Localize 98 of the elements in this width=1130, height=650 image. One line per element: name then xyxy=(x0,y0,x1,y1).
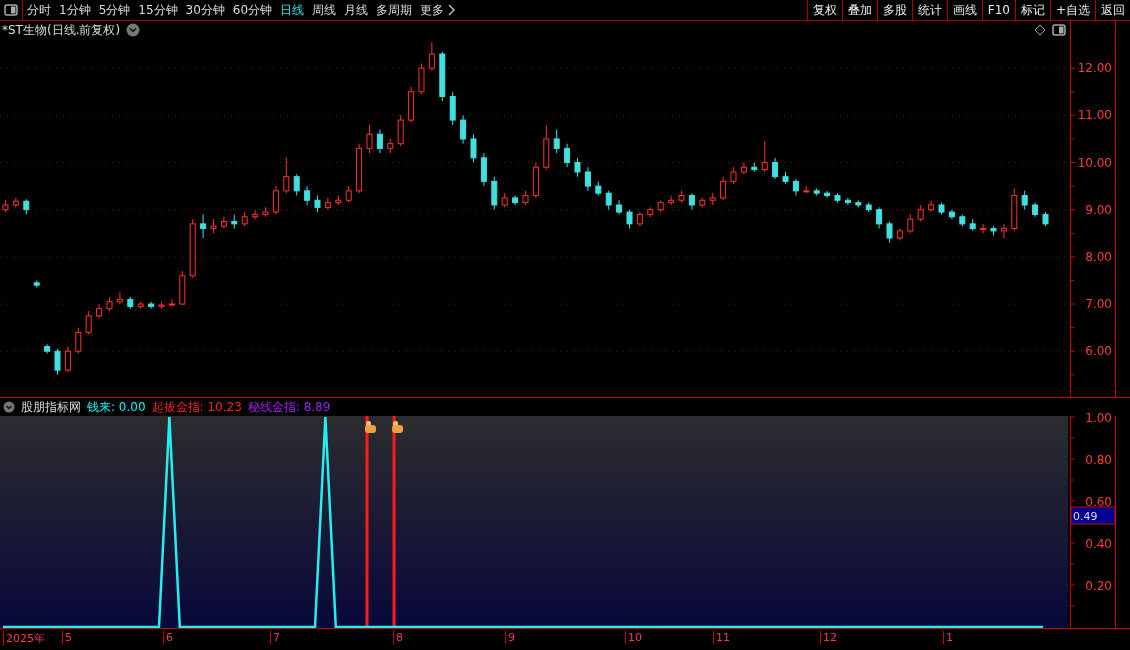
candlestick xyxy=(283,157,290,194)
panel-icon[interactable] xyxy=(1052,24,1066,36)
date-label: 6 xyxy=(163,631,173,645)
toolbar-button[interactable]: 标记 xyxy=(1014,0,1050,20)
candlestick xyxy=(304,185,311,206)
toolbar-button[interactable]: 多股 xyxy=(876,0,912,20)
period-tab[interactable]: 15分钟 xyxy=(134,1,182,19)
candlestick xyxy=(366,124,373,154)
candlestick xyxy=(584,166,591,192)
candlestick xyxy=(397,114,404,147)
period-tab[interactable]: 多周期 xyxy=(372,1,417,19)
chevron-right-icon xyxy=(448,4,457,16)
toolbar-button[interactable]: +自选 xyxy=(1049,0,1095,20)
candlestick xyxy=(376,129,383,154)
price-tick-label: 11.00 xyxy=(1077,108,1112,123)
candlestick xyxy=(85,310,92,336)
candlestick xyxy=(64,346,71,373)
period-tab[interactable]: 月线 xyxy=(340,1,373,19)
candlestick xyxy=(480,152,487,187)
candlestick xyxy=(564,143,571,168)
dropdown-icon[interactable] xyxy=(126,23,141,37)
candlestick xyxy=(761,140,768,173)
price-tick-label: 10.00 xyxy=(1077,155,1112,170)
toolbar-button[interactable]: F10 xyxy=(981,0,1015,20)
panel-icon xyxy=(4,4,18,16)
indicator-tick-label: 1.00 xyxy=(1085,411,1112,426)
date-label: 5 xyxy=(62,631,72,645)
candlestick xyxy=(324,197,331,211)
indicator-tick-label: 0.80 xyxy=(1085,453,1112,468)
price-tick-label: 12.00 xyxy=(1077,61,1112,76)
indicator-value: 秘线金指: 8.89 xyxy=(247,398,331,416)
candlestick xyxy=(720,176,727,201)
toolbar-button[interactable]: 画线 xyxy=(946,0,982,20)
candlestick xyxy=(907,213,914,234)
date-label: 12 xyxy=(820,631,837,645)
candlestick xyxy=(428,41,435,72)
period-tab[interactable]: 30分钟 xyxy=(181,1,229,19)
candlestick xyxy=(200,213,207,239)
hand-icon xyxy=(365,421,376,434)
candlestick xyxy=(605,190,612,211)
date-label: 1 xyxy=(943,631,953,645)
candlestick xyxy=(418,62,425,95)
candlestick xyxy=(928,199,935,213)
candlestick xyxy=(460,114,467,145)
candlestick xyxy=(272,185,279,215)
date-label: 8 xyxy=(393,631,403,645)
price-tick-label: 8.00 xyxy=(1085,249,1112,264)
indicator-value: 钱来: 0.00 xyxy=(87,398,146,416)
candlestick xyxy=(1000,223,1007,239)
period-tab[interactable]: 分时 xyxy=(23,1,55,19)
period-tab[interactable]: 日线 xyxy=(276,1,309,19)
date-label: 7 xyxy=(270,631,280,645)
indicator-value: 起拔金指: 10.23 xyxy=(151,398,242,416)
toolbar-button[interactable]: 叠加 xyxy=(841,0,877,20)
price-tick-label: 7.00 xyxy=(1085,297,1112,312)
period-tab[interactable]: 1分钟 xyxy=(55,1,95,19)
period-tab[interactable]: 周线 xyxy=(308,1,341,19)
candlestick xyxy=(1021,190,1028,211)
candlestick xyxy=(886,221,893,244)
date-label: 2025年 xyxy=(3,631,45,647)
candlestick xyxy=(553,129,560,154)
candlestick xyxy=(168,298,175,307)
candlestick xyxy=(574,157,581,178)
dropdown-icon[interactable] xyxy=(3,401,15,414)
indicator-tick-label: 0.20 xyxy=(1085,579,1112,594)
candlestick xyxy=(449,91,456,126)
candlestick xyxy=(54,348,61,376)
date-label: 11 xyxy=(713,631,730,645)
chart-title: *ST生物(日线.前复权) xyxy=(2,21,121,39)
cursor-value-label: 0.49 xyxy=(1070,506,1116,525)
candlestick xyxy=(772,157,779,180)
candlestick xyxy=(844,197,851,206)
candlestick xyxy=(824,190,831,199)
indicator-name: 股朋指标网 xyxy=(21,398,81,416)
price-tick-label: 6.00 xyxy=(1085,344,1112,359)
candlestick xyxy=(252,209,259,220)
candlestick xyxy=(626,209,633,230)
candlestick xyxy=(980,223,987,234)
diamond-icon[interactable] xyxy=(1034,24,1046,36)
candlestick xyxy=(75,327,82,355)
candlestick xyxy=(668,195,675,206)
candlestick xyxy=(876,206,883,230)
candlestick xyxy=(220,216,227,230)
date-label: 10 xyxy=(625,631,642,645)
candlestick xyxy=(470,133,477,164)
period-tab[interactable]: 5分钟 xyxy=(94,1,135,19)
hand-icon xyxy=(392,421,404,434)
toolbar-button[interactable]: 复权 xyxy=(806,0,842,20)
date-label: 9 xyxy=(505,631,515,645)
price-tick-label: 9.00 xyxy=(1085,202,1112,217)
toolbar-button[interactable]: 统计 xyxy=(911,0,947,20)
indicator-tick-label: 0.40 xyxy=(1085,537,1112,552)
candlestick xyxy=(293,173,300,197)
candlestick xyxy=(116,291,123,305)
toolbar-button[interactable]: 返回 xyxy=(1095,0,1130,20)
period-tab[interactable]: 60分钟 xyxy=(228,1,277,19)
candlestick xyxy=(491,176,498,211)
period-tab[interactable]: 更多 xyxy=(416,1,449,19)
